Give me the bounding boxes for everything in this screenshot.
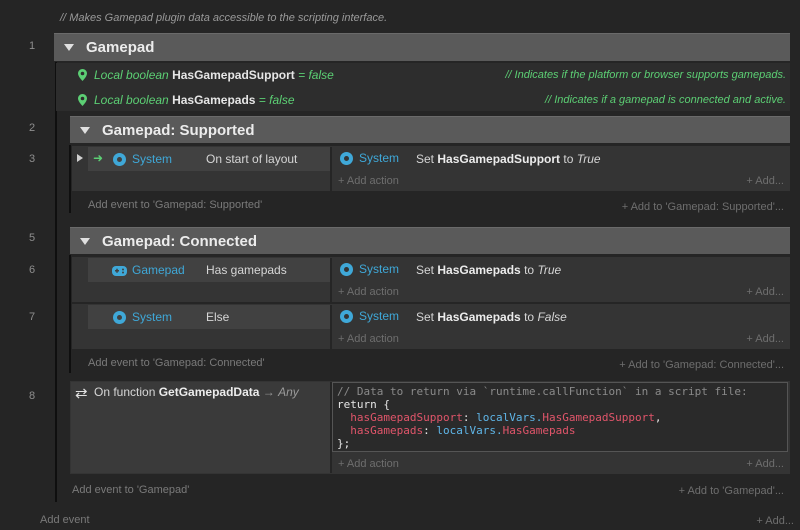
group-connected-header[interactable]: Gamepad: Connected: [70, 227, 790, 254]
action-object: System: [340, 262, 399, 276]
local-var-row[interactable]: Local boolean HasGamepadSupport = false: [78, 68, 334, 82]
action-text: Set HasGamepads to True: [416, 263, 562, 277]
map-pin-icon: [78, 94, 87, 106]
condition-object: System: [113, 152, 172, 166]
script-code: // Data to return via `runtime.callFunct…: [337, 385, 748, 450]
var-value: = false: [258, 93, 295, 107]
divider: [330, 147, 332, 191]
var-name: HasGamepads: [172, 93, 256, 107]
trigger-arrow-icon: ➜: [93, 151, 104, 165]
var-name: HasGamepadSupport: [172, 68, 295, 82]
add-event-to-gamepad[interactable]: Add event to 'Gamepad': [72, 484, 189, 496]
system-gear-icon: [340, 151, 353, 165]
local-var-comment: // Indicates if a gamepad is connected a…: [545, 94, 786, 106]
condition-text: Has gamepads: [206, 263, 287, 277]
system-gear-icon: [113, 310, 126, 324]
action-text: Set HasGamepadSupport to True: [416, 152, 601, 166]
map-pin-icon: [78, 69, 87, 81]
var-type: Local boolean: [94, 93, 169, 107]
add-event-link[interactable]: Add event: [40, 514, 90, 526]
add-to-connected[interactable]: + Add to 'Gamepad: Connected'...: [619, 359, 784, 371]
group-title: Gamepad: Connected: [102, 232, 258, 250]
var-type: Local boolean: [94, 68, 169, 82]
add-more-link[interactable]: + Add...: [746, 333, 784, 345]
condition-text: Else: [206, 310, 230, 324]
system-gear-icon: [340, 262, 353, 276]
group-line: [69, 145, 71, 213]
function-signature: On function GetGamepadData → Any: [94, 385, 299, 399]
var-value: = false: [298, 68, 334, 82]
comment-icon: //: [60, 12, 67, 24]
add-event-to-supported[interactable]: Add event to 'Gamepad: Supported': [88, 199, 262, 211]
divider: [330, 258, 332, 302]
add-to-gamepad[interactable]: + Add to 'Gamepad'...: [679, 485, 784, 497]
action-row[interactable]: System: [340, 304, 399, 328]
condition-object: Gamepad: [112, 263, 185, 277]
expand-icon[interactable]: [77, 154, 83, 162]
group-gamepad-header[interactable]: Gamepad: [54, 33, 790, 61]
condition-text: On start of layout: [206, 152, 298, 166]
add-action-link[interactable]: + Add action: [338, 286, 399, 298]
collapse-icon[interactable]: [80, 237, 90, 245]
add-more-link[interactable]: + Add...: [746, 286, 784, 298]
action-row[interactable]: System: [340, 146, 399, 170]
local-var-row[interactable]: Local boolean HasGamepads = false: [78, 93, 295, 107]
add-action-link[interactable]: + Add action: [338, 458, 399, 470]
group-supported-header[interactable]: Gamepad: Supported: [70, 116, 790, 143]
system-gear-icon: [340, 309, 353, 323]
add-action-link[interactable]: + Add action: [338, 333, 399, 345]
group-line: [55, 62, 57, 502]
action-object: System: [340, 309, 399, 323]
group-line: [69, 255, 71, 373]
add-more-link[interactable]: + Add...: [746, 458, 784, 470]
group-title: Gamepad: Supported: [102, 121, 255, 139]
collapse-icon[interactable]: [80, 126, 90, 134]
group-title: Gamepad: [86, 39, 155, 56]
divider: [330, 305, 332, 349]
add-event-to-connected[interactable]: Add event to 'Gamepad: Connected': [88, 357, 265, 369]
top-comment[interactable]: // Makes Gamepad plugin data accessible …: [60, 12, 387, 24]
add-to-supported[interactable]: + Add to 'Gamepad: Supported'...: [622, 201, 784, 213]
collapse-icon[interactable]: [64, 44, 74, 51]
add-more-link[interactable]: + Add...: [746, 175, 784, 187]
condition-object: System: [113, 310, 172, 324]
action-row[interactable]: System: [340, 257, 399, 281]
system-gear-icon: [113, 152, 126, 166]
function-icon: ⇄: [75, 385, 88, 402]
add-more-bottom[interactable]: + Add...: [756, 515, 794, 527]
action-text: Set HasGamepads to False: [416, 310, 567, 324]
add-action-link[interactable]: + Add action: [338, 175, 399, 187]
local-var-comment: // Indicates if the platform or browser …: [505, 69, 786, 81]
action-object: System: [340, 151, 399, 165]
gamepad-icon: [112, 265, 127, 276]
